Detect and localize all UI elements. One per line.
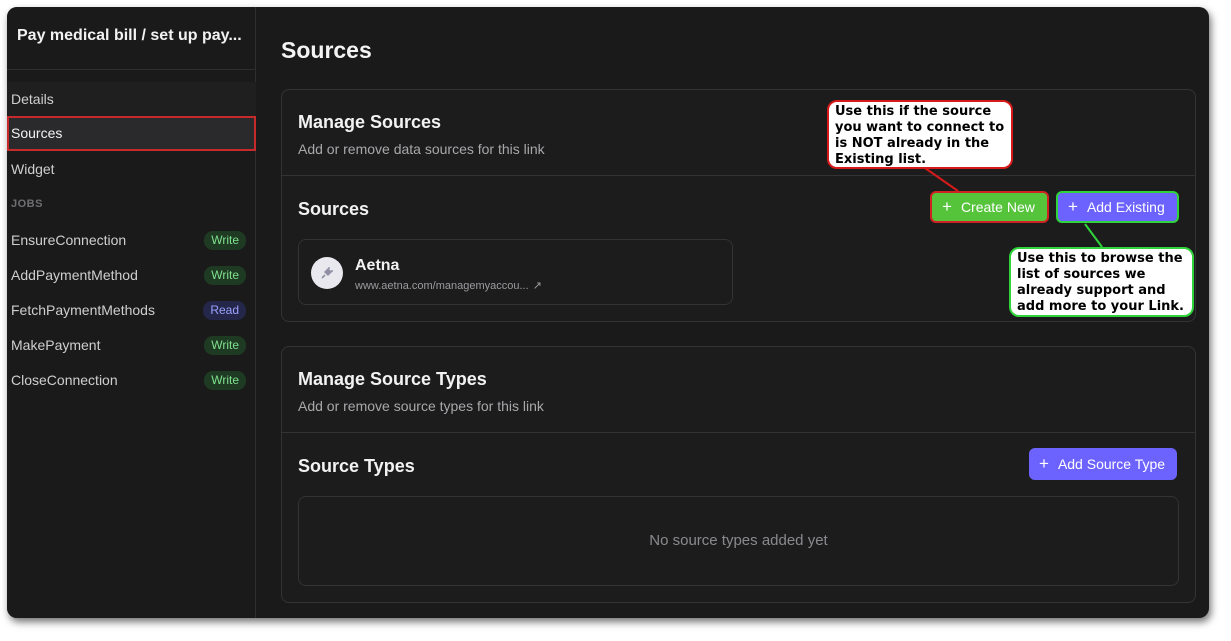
card-divider [282, 432, 1195, 433]
sidebar-job-closeconnection[interactable]: CloseConnection Write [7, 363, 256, 398]
write-badge: Write [204, 231, 246, 250]
sidebar-item-widget[interactable]: Widget [7, 152, 256, 187]
job-label: FetchPaymentMethods [11, 302, 155, 318]
sources-list-heading: Sources [298, 199, 370, 219]
page-title: Sources [281, 37, 372, 63]
manage-source-types-card: Manage Source Types Add or remove source… [281, 346, 1196, 603]
add-existing-callout: Use this to browse the list of sources w… [1009, 247, 1194, 317]
create-new-callout: Use this if the source you want to conne… [827, 100, 1013, 169]
manage-sources-heading: Manage Sources [298, 112, 442, 132]
source-url[interactable]: www.aetna.com/managemyaccou... ↗ [355, 279, 542, 292]
sidebar-job-fetchpaymentmethods[interactable]: FetchPaymentMethods Read [7, 293, 256, 328]
sidebar-divider [7, 69, 256, 70]
source-tile-aetna[interactable]: Aetna www.aetna.com/managemyaccou... ↗ [298, 239, 733, 305]
manage-source-types-heading: Manage Source Types [298, 369, 487, 389]
card-divider [282, 175, 1195, 176]
source-url-text: www.aetna.com/managemyaccou... [355, 280, 529, 292]
job-label: EnsureConnection [11, 232, 127, 248]
external-link-icon: ↗ [532, 280, 542, 292]
sidebar-item-label: Widget [11, 161, 55, 177]
plus-icon: + [1068, 197, 1078, 216]
jobs-heading: JOBS [11, 198, 43, 210]
source-name: Aetna [355, 257, 400, 274]
create-new-callout-text: Use this if the source you want to conne… [835, 104, 1005, 167]
sidebar-item-sources[interactable]: Sources [7, 116, 256, 151]
source-types-empty-state: No source types added yet [298, 496, 1179, 586]
sidebar-item-details[interactable]: Details [7, 82, 256, 117]
read-badge: Read [203, 301, 246, 320]
write-badge: Write [204, 336, 246, 355]
manage-sources-subtitle: Add or remove data sources for this link [298, 141, 545, 157]
add-existing-button[interactable]: + Add Existing [1056, 191, 1179, 223]
add-source-type-button[interactable]: + Add Source Type [1029, 448, 1178, 480]
add-existing-label: Add Existing [1086, 199, 1165, 215]
job-label: CloseConnection [11, 372, 118, 388]
plus-icon: + [1039, 454, 1049, 473]
create-new-label: Create New [960, 199, 1035, 215]
sidebar-job-makepayment[interactable]: MakePayment Write [7, 328, 256, 363]
sidebar-job-ensureconnection[interactable]: EnsureConnection Write [7, 223, 256, 258]
source-types-list-heading: Source Types [298, 456, 415, 476]
add-source-type-label: Add Source Type [1057, 456, 1166, 472]
sidebar-item-label: Sources [11, 125, 63, 141]
write-badge: Write [204, 371, 246, 390]
plug-icon [311, 257, 343, 289]
create-new-button[interactable]: + Create New [930, 191, 1049, 223]
plus-icon: + [942, 197, 952, 216]
sidebar-item-label: Details [11, 91, 54, 107]
manage-source-types-subtitle: Add or remove source types for this link [298, 398, 544, 414]
job-label: AddPaymentMethod [11, 267, 138, 283]
empty-state-text: No source types added yet [649, 532, 828, 549]
link-title: Pay medical bill / set up pay... [17, 27, 242, 44]
sidebar-job-addpaymentmethod[interactable]: AddPaymentMethod Write [7, 258, 256, 293]
sidebar: Pay medical bill / set up pay... Details… [7, 7, 256, 618]
job-label: MakePayment [11, 337, 101, 353]
write-badge: Write [204, 266, 246, 285]
add-existing-callout-text: Use this to browse the list of sources w… [1017, 251, 1184, 314]
